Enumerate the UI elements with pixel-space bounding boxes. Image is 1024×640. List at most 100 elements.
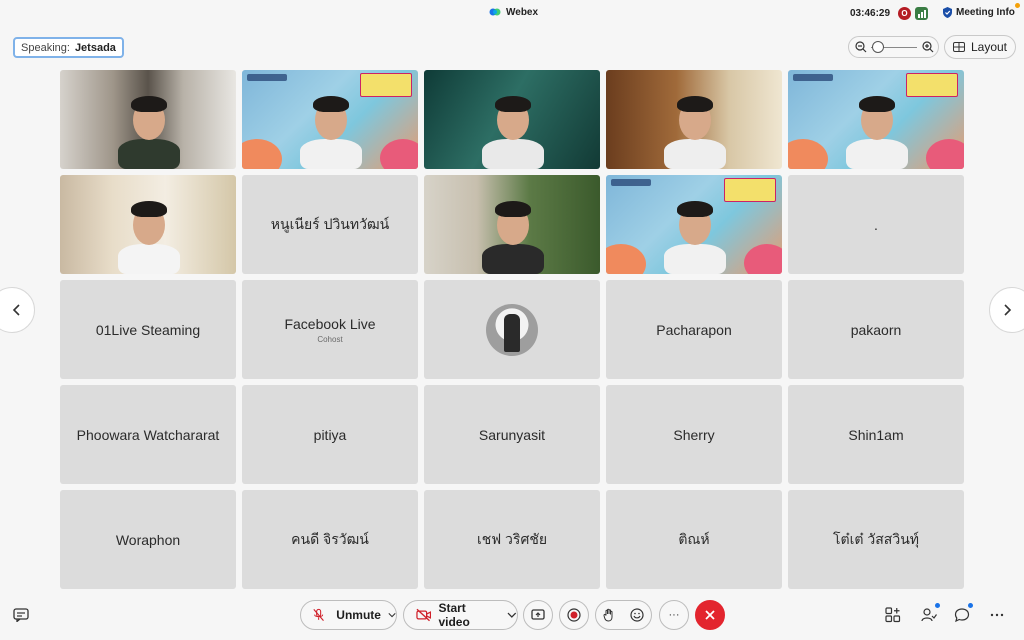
recording-badge[interactable]: O [898,7,911,20]
zoom-slider[interactable] [848,36,939,58]
reactions-group [595,600,652,630]
participant-name-tile[interactable]: . [788,175,964,274]
participant-hair [677,201,713,217]
background-splash [744,244,782,274]
meeting-info-button[interactable]: Meeting Info [943,7,1015,18]
participant-name-tile[interactable]: pitiya [242,385,418,484]
participant-hair [495,96,531,112]
webex-logo-icon [489,8,501,16]
zoom-in-icon[interactable] [922,41,934,53]
participant-name-tile[interactable]: pakaorn [788,280,964,379]
participant-name: Sarunyasit [478,426,546,443]
participant-name-tile[interactable]: Sherry [606,385,782,484]
grid-layout-icon [952,42,965,52]
zoom-out-icon[interactable] [855,41,867,53]
participant-figure [118,244,180,274]
participant-name: คนดี จิรวัฒน์ [291,530,369,547]
participant-name: Sherry [673,426,715,443]
notification-dot [1015,3,1020,8]
background-splash [788,139,828,169]
participant-name-tile[interactable]: หนูเนียร์ ปวินทวัฒน์ [242,175,418,274]
participant-name-tile[interactable]: Woraphon [60,490,236,589]
participant-name-tile[interactable]: คนดี จิรวัฒน์ [242,490,418,589]
participant-hair [677,96,713,112]
participant-name-tile[interactable]: 01Live Steaming [60,280,236,379]
app-title: Webex [489,6,538,18]
participant-hair [495,201,531,217]
participant-video-tile[interactable] [606,175,782,274]
participant-name: Shin1am [848,426,904,443]
banner-logo [247,74,287,81]
meeting-controls-bar: Unmute Start video ··· [0,598,1024,634]
zoom-knob[interactable] [872,41,884,53]
chat-icon[interactable] [953,603,973,624]
participant-video-tile[interactable] [788,70,964,169]
participant-video-tile[interactable] [242,70,418,169]
shield-icon [943,7,952,18]
participant-name: Facebook Live [284,315,376,332]
participant-figure [300,139,362,169]
apps-icon[interactable] [884,606,902,624]
more-options-button[interactable]: ··· [659,600,689,630]
share-screen-button[interactable] [523,600,553,630]
participant-figure [664,139,726,169]
participant-name-tile[interactable]: Phoowara Watchararat [60,385,236,484]
participant-video-tile[interactable] [60,175,236,274]
participant-video-tile[interactable] [424,175,600,274]
network-stats-icon[interactable] [915,7,928,20]
participant-name: pitiya [313,426,347,443]
banner-logo [611,179,651,186]
video-off-icon [416,608,432,622]
participant-name: หนูเนียร์ ปวินทวัฒน์ [270,215,390,232]
more-options-label: ··· [668,609,680,621]
participant-name-tile[interactable]: Facebook Live Cohost [242,280,418,379]
chevron-down-icon[interactable] [388,611,396,619]
next-page-button[interactable] [989,287,1024,333]
banner-sign [906,73,958,97]
participant-name-tile[interactable]: เชฟ วริศชัย [424,490,600,589]
participant-name: โต๋เต๋ วัสสวินทุ์ [833,530,919,547]
participant-video-tile[interactable] [606,70,782,169]
participant-name-tile[interactable]: ติณห์ [606,490,782,589]
participant-name-tile[interactable]: Sarunyasit [424,385,600,484]
record-button[interactable] [559,600,589,630]
participant-name-tile[interactable]: Shin1am [788,385,964,484]
participant-name: pakaorn [850,321,902,338]
share-screen-icon [531,609,545,620]
participant-name-tile[interactable]: โต๋เต๋ วัสสวินทุ์ [788,490,964,589]
more-horizontal-icon[interactable] [988,606,1006,624]
layout-button[interactable]: Layout [944,35,1016,59]
participants-notification-dot [935,603,940,608]
participants-icon[interactable] [920,603,940,624]
background-splash [380,139,418,169]
participant-video-tile[interactable] [424,70,600,169]
participant-name: ติณห์ [678,530,710,547]
start-video-label: Start video [438,601,470,629]
participant-hair [313,96,349,112]
meeting-clock: 03:46:29 [850,8,891,19]
participant-role: Cohost [317,334,343,344]
participant-figure [846,139,908,169]
participant-grid: หนูเนียร์ ปวินทวัฒน์. 01Live Steaming Face… [60,70,964,589]
previous-page-button[interactable] [0,287,35,333]
participant-name: . [874,216,878,233]
unmute-label: Unmute [336,608,381,622]
unmute-button[interactable]: Unmute [300,600,397,630]
participant-avatar-tile[interactable] [424,280,600,379]
chevron-down-icon[interactable] [507,611,517,619]
start-video-button[interactable]: Start video [403,600,518,630]
banner-sign [724,178,776,202]
emoji-reaction-icon[interactable] [630,608,644,622]
banner-sign [360,73,412,97]
close-icon [705,610,715,620]
leave-meeting-button[interactable] [695,600,725,630]
avatar [486,303,538,356]
chevron-right-icon [1004,304,1012,316]
background-splash [242,139,282,169]
participant-figure [664,244,726,274]
participant-figure [482,244,544,274]
participant-name-tile[interactable]: Pacharapon [606,280,782,379]
participant-video-tile[interactable] [60,70,236,169]
raise-hand-icon[interactable] [603,608,615,622]
captions-icon[interactable] [12,606,30,624]
